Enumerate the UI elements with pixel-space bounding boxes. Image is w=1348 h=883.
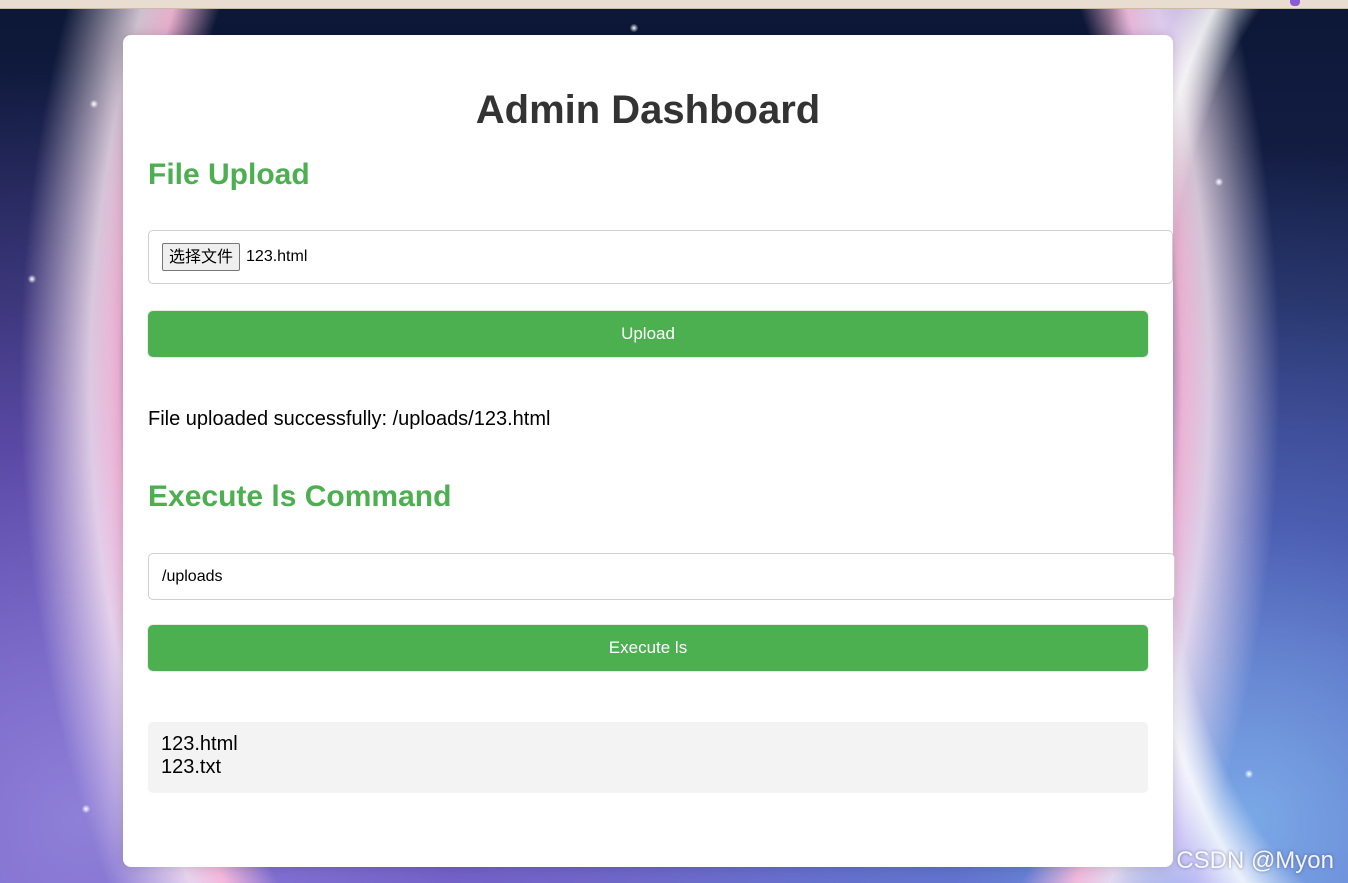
choose-file-button[interactable]: 选择文件	[162, 243, 241, 271]
output-line: 123.txt	[161, 756, 222, 778]
file-picker[interactable]: 选择文件 123.html	[148, 230, 1173, 284]
selected-file-name: 123.html	[246, 248, 308, 265]
admin-dashboard-panel: Admin Dashboard File Upload 选择文件 123.htm…	[123, 35, 1175, 867]
background-sparkle	[90, 100, 98, 108]
output-line: 123.html	[161, 733, 238, 755]
directory-input[interactable]	[148, 553, 1175, 600]
execute-ls-heading: Execute ls Command	[148, 480, 452, 513]
browser-indicator	[1290, 0, 1300, 6]
background-sparkle	[1245, 770, 1253, 778]
execute-ls-button[interactable]: Execute ls	[148, 625, 1148, 671]
upload-status-message: File uploaded successfully: /uploads/123…	[148, 408, 551, 430]
background-sparkle	[82, 805, 90, 813]
watermark: CSDN @Myon	[1176, 847, 1334, 874]
page-title: Admin Dashboard	[475, 88, 821, 132]
command-output: 123.html 123.txt	[148, 722, 1148, 793]
browser-top-edge	[0, 0, 1348, 9]
background-sparkle	[630, 24, 638, 32]
background-sparkle	[1215, 178, 1223, 186]
background-sparkle	[28, 275, 36, 283]
upload-button[interactable]: Upload	[148, 311, 1148, 357]
file-upload-heading: File Upload	[148, 158, 310, 191]
